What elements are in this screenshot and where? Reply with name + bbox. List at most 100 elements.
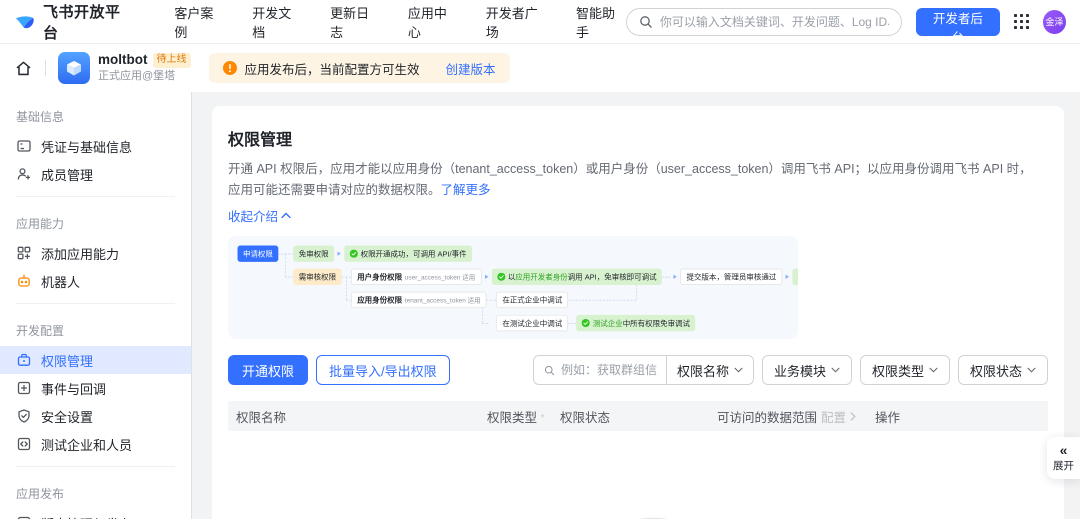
permission-card: 权限管理 开通 API 权限后，应用才能以应用身份（tenant_access_… — [212, 106, 1064, 519]
chevron-down-icon — [1027, 367, 1036, 373]
page-title: 权限管理 — [228, 132, 293, 149]
sidebar-item-add-capability[interactable]: 添加应用能力 — [0, 239, 191, 267]
check-circle-icon — [496, 272, 506, 281]
arrow-right-icon — [337, 251, 341, 256]
developer-console-button[interactable]: 开发者后台 — [915, 7, 1000, 45]
permission-search-group: 权限名称 — [532, 355, 754, 385]
scope-config-link[interactable]: 配置 — [821, 407, 846, 426]
double-chevron-left-icon: « — [1059, 442, 1068, 458]
nav-item-devplaza[interactable]: 开发者广场 — [486, 3, 548, 41]
permission-table-header: 权限名称 权限类型 ? 权限状态 可访问的数据范围 配置 操作 — [228, 401, 1048, 431]
sidebar-item-label: 添加应用能力 — [41, 246, 120, 262]
sidebar-section-basic: 基础信息 — [16, 110, 65, 124]
filter-business-module[interactable]: 业务模块 — [761, 355, 852, 385]
sidebar-item-members[interactable]: 添加应用能力 成员管理 — [0, 160, 191, 188]
release-icon — [16, 515, 32, 519]
permission-toolbar: 开通权限 批量导入/导出权限 权限名称 — [228, 355, 1048, 385]
sidebar-item-test-enterprise[interactable]: 测试企业和人员 — [0, 430, 191, 458]
flow-review-badge: 需审核权限 — [293, 268, 342, 285]
app-grid-icon[interactable] — [1013, 14, 1029, 29]
col-actions: 操作 — [875, 410, 901, 425]
sidebar-item-label: 安全设置 — [41, 409, 94, 425]
flow-free-result: 权限开通成功，可调用 API/事件 — [344, 245, 473, 262]
nav-item-appcenter[interactable]: 应用中心 — [408, 3, 458, 41]
nav-item-assistant[interactable]: 智能助手 — [576, 3, 626, 41]
global-search[interactable] — [625, 7, 902, 36]
user-avatar[interactable]: 金泽 — [1042, 9, 1066, 34]
nav-item-cases[interactable]: 客户案例 — [174, 3, 224, 41]
batch-import-export-button[interactable]: 批量导入/导出权限 — [316, 355, 450, 385]
chevron-down-icon — [929, 367, 938, 373]
empty-state-illustration — [588, 503, 688, 519]
filter-permission-status[interactable]: 权限状态 — [957, 355, 1048, 385]
sidebar-item-security[interactable]: 安全设置 — [0, 402, 191, 430]
flow-row-review: 需审核权限 用户身份权限 user_access_token 适用 以应用开发者身… — [293, 268, 798, 285]
expand-panel-button[interactable]: « 展开 — [1047, 437, 1080, 479]
open-permission-button[interactable]: 开通权限 — [228, 355, 309, 385]
search-field-selector[interactable]: 权限名称 — [667, 361, 753, 380]
nav-item-docs[interactable]: 开发文档 — [252, 3, 302, 41]
permission-search-input[interactable] — [561, 363, 658, 377]
app-subtitle: 正式应用@堡塔 — [98, 70, 176, 83]
app-header-bar: moltbot 待上线 正式应用@堡塔 应用发布后，当前配置方可生效 创建版本 — [0, 44, 1080, 92]
test-enterprise-icon — [16, 436, 32, 452]
svg-text:?: ? — [542, 416, 543, 418]
divider — [45, 60, 46, 76]
app-name: moltbot — [98, 52, 148, 68]
flow-apply-badge: 申请权限 — [237, 245, 279, 262]
event-callback-icon — [16, 380, 32, 396]
permission-search[interactable] — [534, 363, 666, 377]
brand[interactable]: 飞书开放平台 — [14, 1, 132, 43]
flow-app-perm-box: 应用身份权限 tenant_access_token 适用 — [351, 291, 487, 309]
credential-icon — [16, 138, 32, 154]
permission-icon — [16, 352, 32, 368]
sidebar-section-capability: 应用能力 — [16, 217, 65, 231]
expand-label: 展开 — [1053, 460, 1074, 472]
nav-item-changelog[interactable]: 更新日志 — [330, 3, 380, 41]
flow-test-debug-box: 在测试企业中调试 — [496, 314, 569, 332]
flow-user-perm-box: 用户身份权限 user_access_token 适用 — [351, 268, 482, 285]
global-search-input[interactable] — [659, 14, 889, 29]
flow-free-badge: 免审权限 — [293, 245, 335, 262]
sidebar-item-version-release[interactable]: 版本管理与发布 — [0, 509, 191, 519]
toolbar-filters: 权限名称 业务模块 权限类型 — [532, 355, 1048, 385]
sidebar-divider — [16, 303, 175, 304]
sidebar-item-label: 测试企业和人员 — [41, 437, 133, 453]
page-description-text: 开通 API 权限后，应用才能以应用身份（tenant_access_token… — [228, 162, 1032, 197]
learn-more-link[interactable]: 了解更多 — [441, 183, 491, 197]
topnav-right: 开发者后台 金泽 — [625, 7, 1066, 45]
flow-row-test: 应用身份权限tenant_access_token 适用 在测试企业中调试 测试… — [351, 314, 696, 332]
notice-text: 应用发布后，当前配置方可生效 — [244, 62, 420, 77]
collapse-intro-label: 收起介绍 — [228, 210, 279, 224]
help-icon[interactable]: ? — [541, 410, 544, 422]
flow-test-result: 测试企业中所有权限免审调试 — [576, 314, 696, 332]
publish-notice-banner: 应用发布后，当前配置方可生效 创建版本 — [208, 53, 510, 83]
sidebar-item-credentials[interactable]: 凭证与基础信息 — [0, 132, 191, 160]
alert-icon — [222, 61, 237, 75]
add-capability-icon — [16, 245, 32, 261]
sidebar-item-label: 事件与回调 — [41, 381, 107, 397]
col-permission-status: 权限状态 — [560, 410, 611, 425]
sidebar-item-label: 权限管理 — [41, 353, 94, 369]
col-data-scope: 可访问的数据范围 配置 — [709, 407, 867, 426]
app-icon[interactable] — [58, 52, 90, 84]
collapse-intro-link[interactable]: 收起介绍 — [228, 206, 291, 225]
feishu-open-platform-screen: 飞书开放平台 客户案例 开发文档 更新日志 应用中心 开发者广场 智能助手 开发… — [0, 0, 1080, 519]
create-version-link[interactable]: 创建版本 — [446, 59, 496, 78]
sidebar-item-permissions[interactable]: 权限管理 — [0, 346, 191, 374]
sidebar: 基础信息 凭证与基础信息 添加应用能力 成员管理 应用能力 — [0, 92, 192, 519]
sidebar-item-label: 成员管理 — [41, 167, 94, 183]
chevron-right-icon — [850, 411, 856, 421]
sidebar-item-bot[interactable]: 机器人 — [0, 267, 191, 295]
security-icon — [16, 408, 32, 424]
col-permission-name: 权限名称 — [236, 410, 287, 425]
home-icon[interactable] — [14, 59, 33, 78]
sidebar-item-events[interactable]: 事件与回调 — [0, 374, 191, 402]
filter-permission-type[interactable]: 权限类型 — [859, 355, 950, 385]
robot-icon — [16, 273, 32, 289]
flow-submit-result: 权限开通成功，可调用 API/事件 — [792, 268, 798, 285]
top-menu: 客户案例 开发文档 更新日志 应用中心 开发者广场 智能助手 — [174, 3, 625, 41]
chevron-down-icon — [831, 367, 840, 373]
check-circle-icon — [581, 318, 591, 328]
flow-formal-debug-box: 在正式企业中调试 — [496, 291, 569, 309]
